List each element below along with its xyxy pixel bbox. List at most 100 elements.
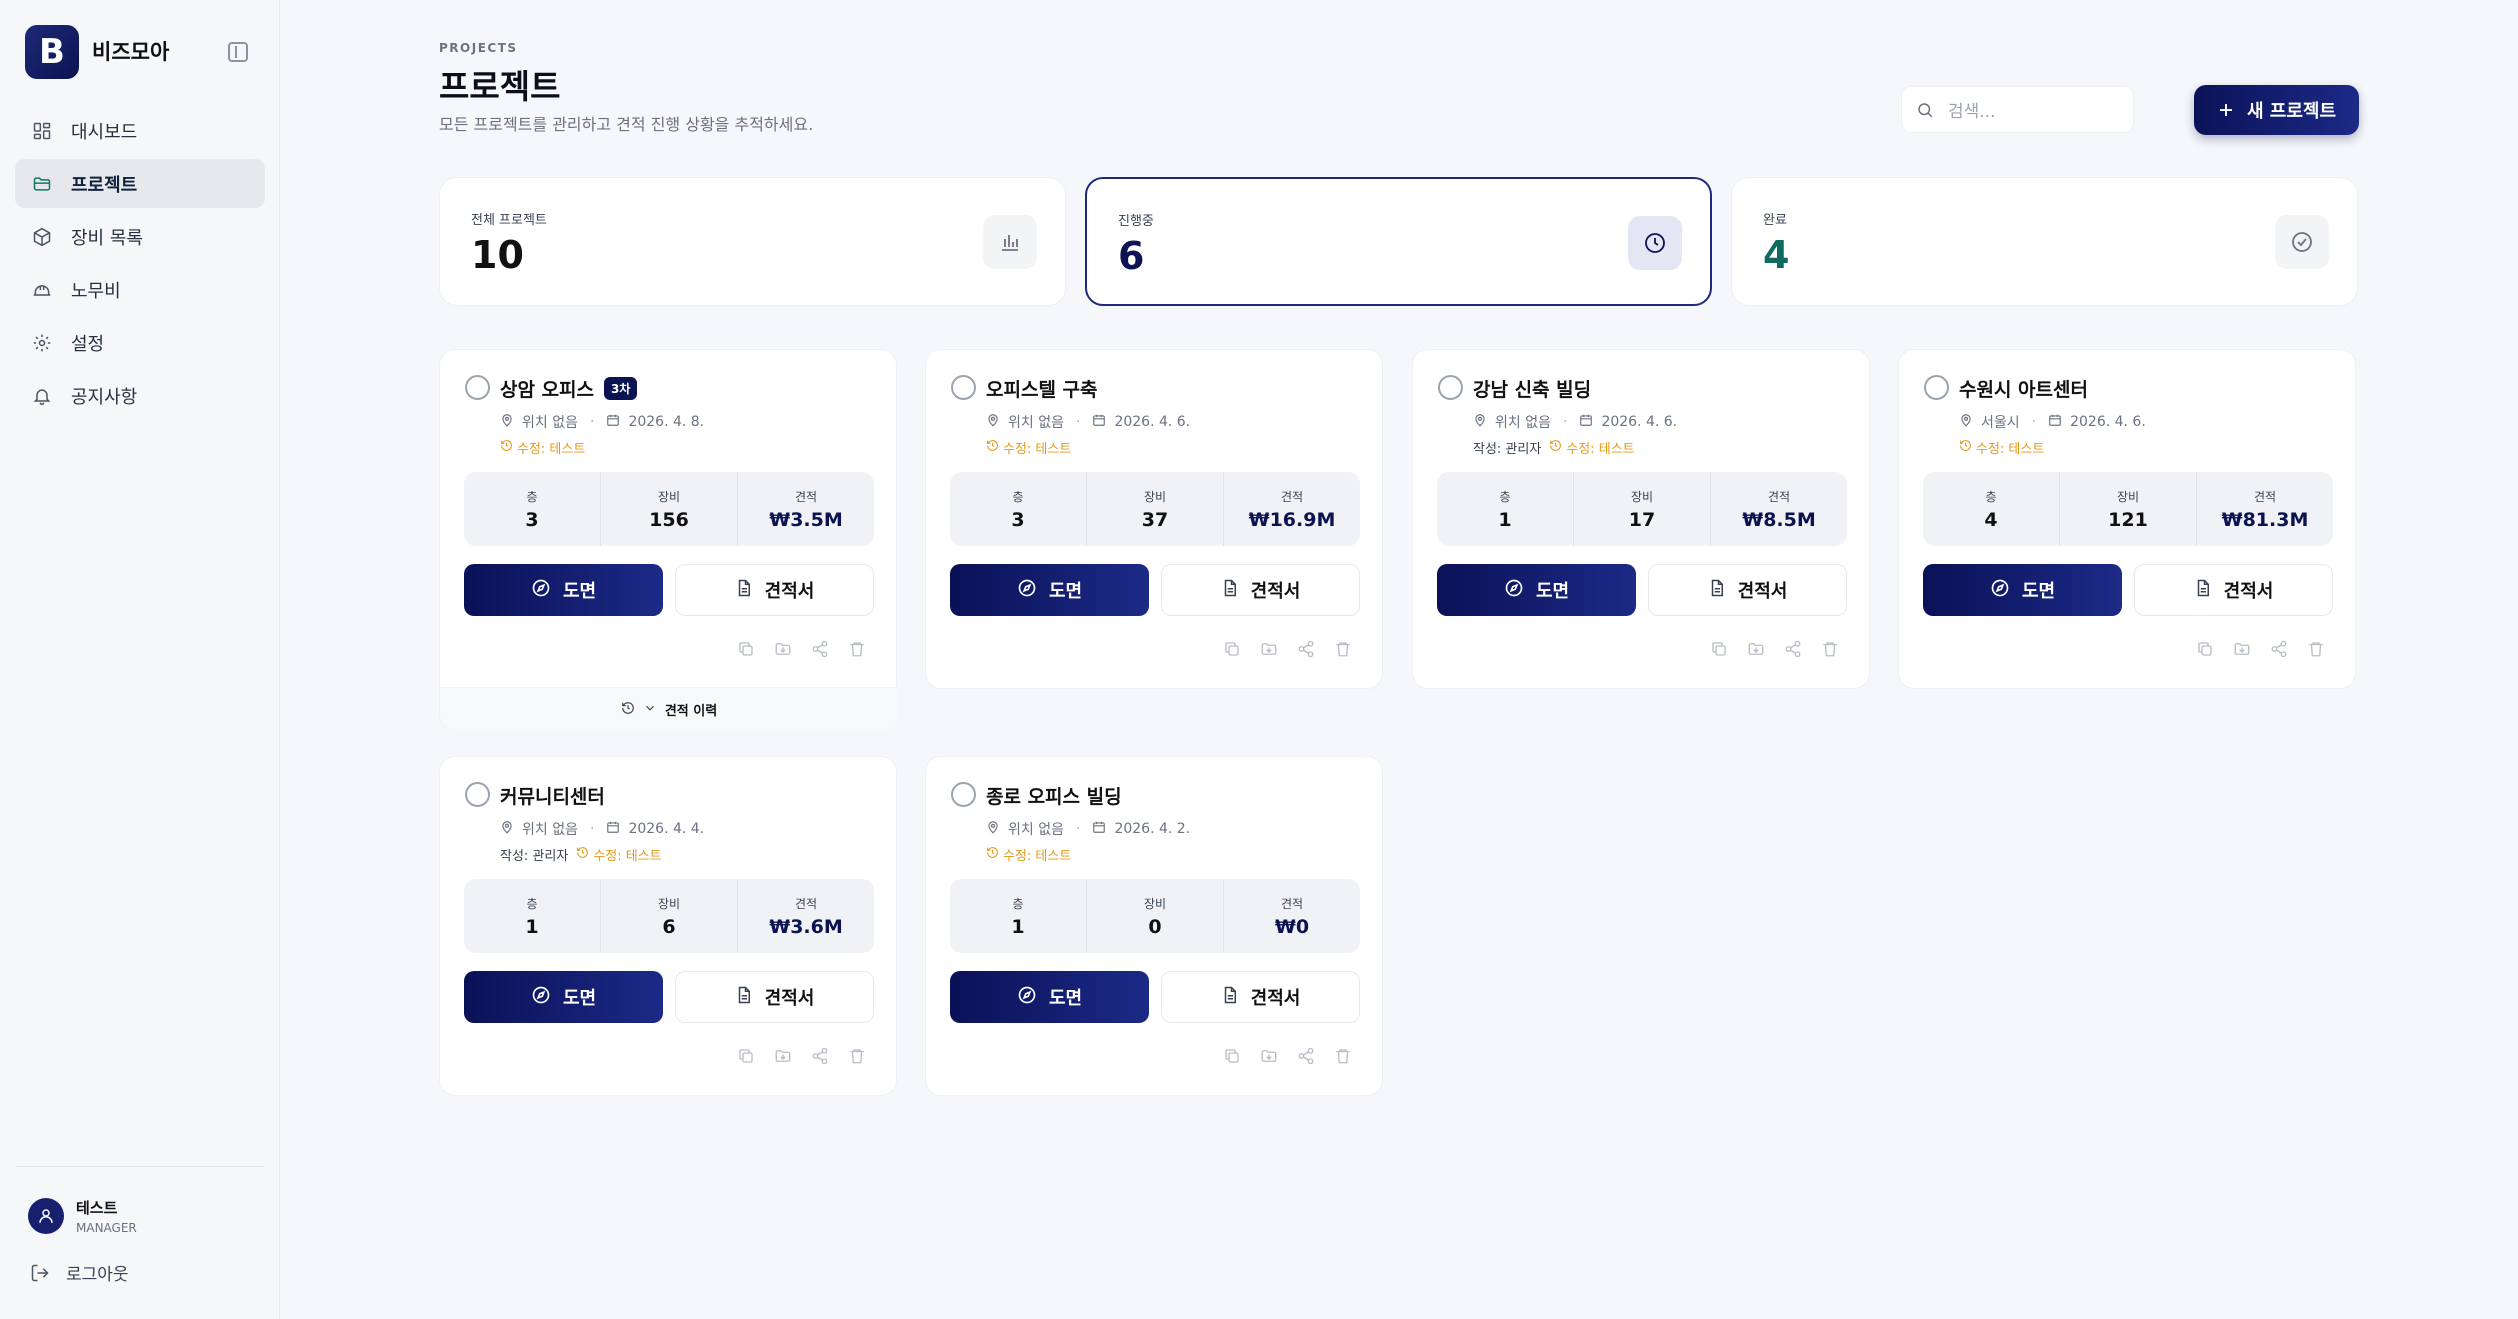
sidebar-collapse-icon[interactable]: [228, 42, 248, 62]
metric-value: ₩8.5M: [1742, 508, 1816, 531]
user-role: MANAGER: [76, 1221, 137, 1235]
drawing-button[interactable]: 도면: [1437, 564, 1636, 616]
compass-icon: [531, 578, 563, 603]
trash-icon[interactable]: [848, 640, 866, 658]
stat-card-completed[interactable]: 완료 4: [1731, 177, 2358, 306]
trash-icon[interactable]: [1334, 640, 1352, 658]
new-project-button[interactable]: 새 프로젝트: [2194, 85, 2359, 135]
plus-icon: [2219, 104, 2232, 116]
stat-card-in-progress[interactable]: 진행중 6: [1085, 177, 1712, 306]
copy-icon[interactable]: [1223, 640, 1241, 658]
estimate-history-toggle[interactable]: 견적 이력: [440, 687, 898, 731]
search-input[interactable]: 검색...: [1901, 86, 2134, 133]
estimate-button[interactable]: 견적서: [1648, 564, 1847, 616]
project-card[interactable]: 수원시 아트센터 서울시 · 2026. 4. 6. 수정: 테스트 층 4 장비 121 견적 ₩…: [1898, 349, 2356, 689]
estimate-button[interactable]: 견적서: [675, 971, 874, 1023]
share-icon[interactable]: [1297, 640, 1315, 658]
trash-icon[interactable]: [2307, 640, 2325, 658]
share-icon[interactable]: [1784, 640, 1802, 658]
project-title[interactable]: 수원시 아트센터: [1959, 375, 2088, 402]
folder-download-icon[interactable]: [1747, 640, 1765, 658]
share-icon[interactable]: [811, 1047, 829, 1065]
trash-icon[interactable]: [1821, 640, 1839, 658]
history-icon: [500, 439, 517, 456]
project-date: 2026. 4. 4.: [628, 821, 705, 837]
sidebar-item-dashboard[interactable]: 대시보드: [15, 106, 265, 155]
share-icon[interactable]: [1297, 1047, 1315, 1065]
document-icon: [1708, 579, 1738, 602]
drawing-button[interactable]: 도면: [950, 564, 1149, 616]
project-authorship: 작성: 관리자 수정: 테스트: [500, 845, 662, 864]
select-radio[interactable]: [465, 782, 490, 807]
metric-value: 3: [1011, 508, 1025, 531]
logout-button[interactable]: 로그아웃: [30, 1260, 129, 1285]
location-icon: [500, 413, 522, 431]
copy-icon[interactable]: [1710, 640, 1728, 658]
drawing-button[interactable]: 도면: [464, 971, 663, 1023]
folder-download-icon[interactable]: [774, 640, 792, 658]
share-icon[interactable]: [2270, 640, 2288, 658]
drawing-button[interactable]: 도면: [1923, 564, 2122, 616]
sidebar-item-notices[interactable]: 공지사항: [15, 371, 265, 420]
metric-label: 견적: [1280, 489, 1304, 504]
metric-value: 17: [1628, 508, 1656, 531]
estimate-button[interactable]: 견적서: [1161, 971, 1360, 1023]
share-icon[interactable]: [811, 640, 829, 658]
drawing-button[interactable]: 도면: [950, 971, 1149, 1023]
compass-icon: [1504, 578, 1536, 603]
logout-label: 로그아웃: [66, 1265, 129, 1285]
sidebar-item-projects[interactable]: 프로젝트: [15, 159, 265, 208]
select-radio[interactable]: [1438, 375, 1463, 400]
project-card[interactable]: 오피스텔 구축 위치 없음 · 2026. 4. 6. 수정: 테스트 층 3 장비 37 견적 ₩…: [925, 349, 1383, 689]
metric-value: 156: [649, 508, 689, 531]
folder-download-icon[interactable]: [1260, 1047, 1278, 1065]
copy-icon[interactable]: [737, 640, 755, 658]
copy-icon[interactable]: [1223, 1047, 1241, 1065]
project-metrics: 층 4 장비 121 견적 ₩81.3M: [1923, 472, 2333, 546]
project-title[interactable]: 오피스텔 구축: [986, 375, 1098, 402]
folder-download-icon[interactable]: [1260, 640, 1278, 658]
project-card[interactable]: 상암 오피스 3차 위치 없음 · 2026. 4. 8. 수정: 테스트 층 3 장비 156 견…: [439, 349, 898, 731]
search-placeholder: 검색...: [1948, 102, 1996, 122]
project-card[interactable]: 강남 신축 빌딩 위치 없음 · 2026. 4. 6. 작성: 관리자 수정: 테스트 층…: [1412, 349, 1870, 689]
project-title[interactable]: 상암 오피스: [500, 375, 594, 402]
trash-icon[interactable]: [848, 1047, 866, 1065]
project-card[interactable]: 종로 오피스 빌딩 위치 없음 · 2026. 4. 2. 수정: 테스트 층 1 장비 0 견적…: [925, 756, 1383, 1096]
project-card[interactable]: 커뮤니티센터 위치 없음 · 2026. 4. 4. 작성: 관리자 수정: 테스트 층 1 장…: [439, 756, 897, 1096]
metric-value: ₩3.5M: [769, 508, 843, 531]
stat-card-total[interactable]: 전체 프로젝트 10: [439, 177, 1066, 306]
app-logo[interactable]: B: [25, 25, 79, 79]
document-icon: [735, 579, 765, 602]
sidebar-item-label: 장비 목록: [71, 227, 143, 249]
folder-download-icon[interactable]: [774, 1047, 792, 1065]
project-location: 서울시: [1981, 415, 2020, 431]
estimate-label: 견적서: [764, 988, 815, 1009]
folder-download-icon[interactable]: [2233, 640, 2251, 658]
estimate-button[interactable]: 견적서: [2134, 564, 2333, 616]
copy-icon[interactable]: [737, 1047, 755, 1065]
project-title[interactable]: 종로 오피스 빌딩: [986, 782, 1122, 809]
metric-value: 37: [1141, 508, 1169, 531]
select-radio[interactable]: [951, 782, 976, 807]
select-radio[interactable]: [465, 375, 490, 400]
metric-label: 견적: [1767, 489, 1791, 504]
metric-equipment: 장비 0: [1087, 879, 1224, 953]
select-radio[interactable]: [1924, 375, 1949, 400]
user-profile[interactable]: 테스트 MANAGER: [28, 1197, 137, 1235]
avatar: [28, 1198, 64, 1234]
sidebar-item-equipment[interactable]: 장비 목록: [15, 212, 265, 261]
copy-icon[interactable]: [2196, 640, 2214, 658]
metric-label: 층: [1012, 489, 1024, 504]
sidebar-item-labor[interactable]: 노무비: [15, 265, 265, 314]
metric-floors: 층1: [950, 879, 1087, 953]
trash-icon[interactable]: [1334, 1047, 1352, 1065]
estimate-button[interactable]: 견적서: [675, 564, 874, 616]
search-icon: [1918, 102, 1933, 117]
estimate-button[interactable]: 견적서: [1161, 564, 1360, 616]
metric-estimate: 견적 ₩3.5M: [738, 472, 874, 546]
sidebar-item-settings[interactable]: 설정: [15, 318, 265, 367]
project-title[interactable]: 커뮤니티센터: [500, 782, 605, 809]
drawing-button[interactable]: 도면: [464, 564, 663, 616]
project-title[interactable]: 강남 신축 빌딩: [1473, 375, 1591, 402]
select-radio[interactable]: [951, 375, 976, 400]
